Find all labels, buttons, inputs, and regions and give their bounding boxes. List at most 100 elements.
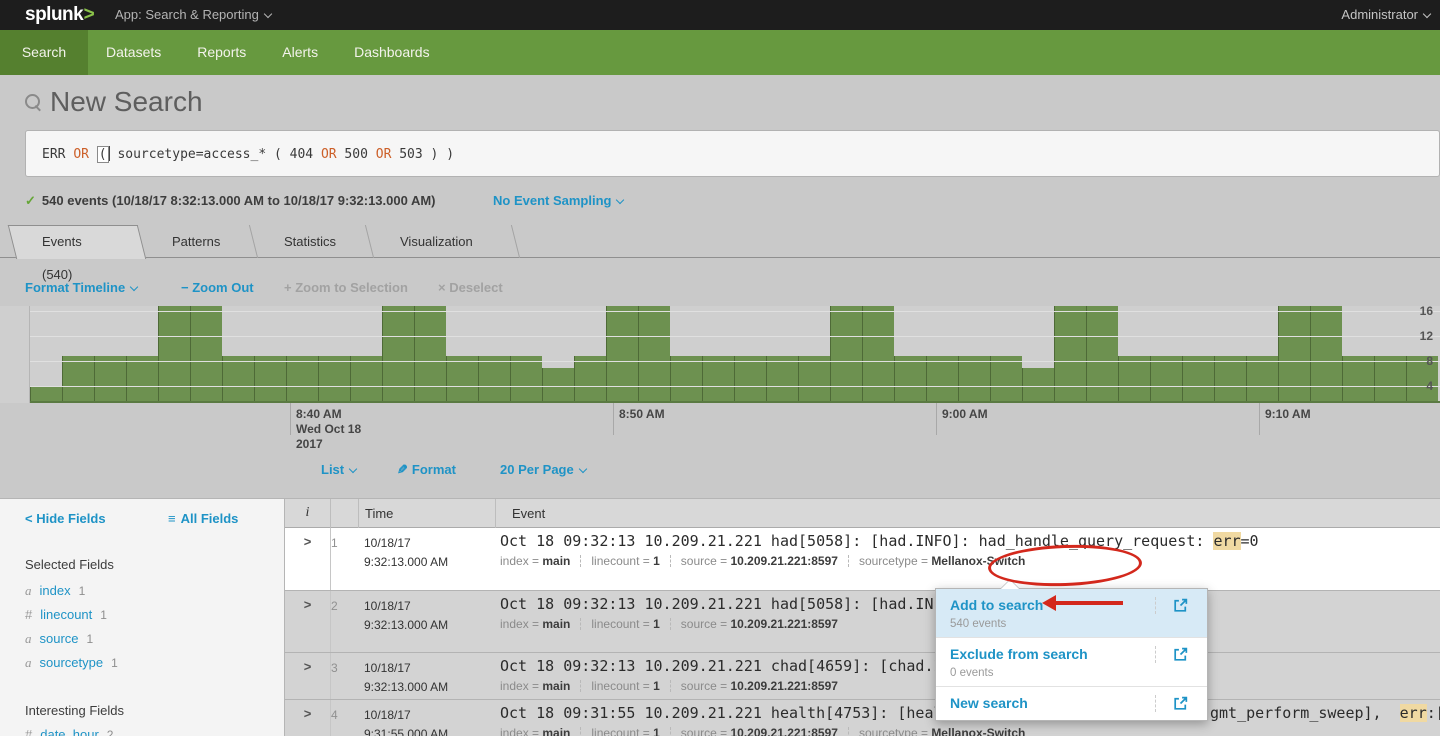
timeline-bar[interactable]: [1086, 306, 1118, 403]
expand-arrow-icon[interactable]: >: [285, 528, 330, 590]
zoom-to-selection-button[interactable]: + Zoom to Selection: [284, 280, 408, 295]
timeline-bar[interactable]: [926, 356, 958, 403]
event-field-value[interactable]: main: [542, 617, 570, 631]
event-field-value[interactable]: 1: [653, 679, 660, 693]
field-item-linecount[interactable]: #linecount1: [25, 607, 107, 622]
popup-item-label: Exclude from search: [950, 646, 1088, 662]
timeline-bar[interactable]: [830, 306, 862, 403]
timeline-bars: [30, 306, 1440, 403]
timeline-bar[interactable]: [286, 356, 318, 403]
nav-item-dashboards[interactable]: Dashboards: [336, 30, 448, 75]
timeline-bar[interactable]: [798, 356, 830, 403]
timeline-bar[interactable]: [222, 356, 254, 403]
y-axis-label: 12: [1413, 329, 1433, 343]
timeline-bar[interactable]: [30, 387, 62, 403]
open-in-new-icon[interactable]: [1155, 695, 1189, 712]
timeline-bar[interactable]: [126, 356, 158, 403]
event-field-value[interactable]: main: [542, 726, 570, 736]
timeline-bar[interactable]: [62, 356, 94, 403]
timeline-bar[interactable]: [670, 356, 702, 403]
timeline-bar[interactable]: [158, 306, 190, 403]
event-field-value[interactable]: 10.209.21.221:8597: [731, 554, 838, 568]
timeline-bar[interactable]: [638, 306, 670, 403]
timeline-bar[interactable]: [1342, 356, 1374, 403]
field-item-sourcetype[interactable]: asourcetype1: [25, 655, 118, 671]
event-field-value[interactable]: main: [542, 554, 570, 568]
timeline-bar[interactable]: [478, 356, 510, 403]
nav-item-datasets[interactable]: Datasets: [88, 30, 179, 75]
timeline-bar[interactable]: [606, 306, 638, 403]
timeline-bar[interactable]: [414, 306, 446, 403]
search-query-input[interactable]: ERR OR ( sourcetype=access_* ( 404 OR 50…: [25, 130, 1440, 177]
event-field-value[interactable]: Mellanox-Switch: [931, 726, 1025, 736]
event-field-value[interactable]: 1: [653, 726, 660, 736]
timeline-bar[interactable]: [1150, 356, 1182, 403]
expand-arrow-icon[interactable]: >: [285, 700, 330, 736]
app-menu[interactable]: App: Search & Reporting: [115, 7, 271, 22]
list-view-menu[interactable]: List: [321, 462, 356, 477]
field-link[interactable]: date_hour: [40, 727, 99, 736]
timeline-bar[interactable]: [862, 306, 894, 403]
timeline-bar[interactable]: [94, 356, 126, 403]
field-link[interactable]: sourcetype: [40, 655, 104, 670]
tab-statistics[interactable]: Statistics: [254, 225, 370, 258]
event-field-value[interactable]: 10.209.21.221:8597: [731, 679, 838, 693]
timeline-bar[interactable]: [702, 356, 734, 403]
timeline-bar[interactable]: [1118, 356, 1150, 403]
timeline-bar[interactable]: [990, 356, 1022, 403]
timeline-bar[interactable]: [446, 356, 478, 403]
timeline-bar[interactable]: [1214, 356, 1246, 403]
nav-item-reports[interactable]: Reports: [179, 30, 264, 75]
timeline-bar[interactable]: [318, 356, 350, 403]
tab-visualization[interactable]: Visualization: [370, 225, 516, 258]
timeline-bar[interactable]: [1278, 306, 1310, 403]
timeline-bar[interactable]: [510, 356, 542, 403]
event-field-value[interactable]: 10.209.21.221:8597: [731, 726, 838, 736]
timeline-bar[interactable]: [894, 356, 926, 403]
expand-arrow-icon[interactable]: >: [285, 591, 330, 652]
deselect-button[interactable]: × Deselect: [438, 280, 503, 295]
all-fields-link[interactable]: ≡All Fields: [168, 511, 238, 526]
event-field-value[interactable]: main: [542, 679, 570, 693]
events-timeline-chart[interactable]: 161284: [0, 306, 1440, 403]
nav-item-search[interactable]: Search: [0, 30, 88, 75]
nav-item-alerts[interactable]: Alerts: [264, 30, 336, 75]
timeline-bar[interactable]: [734, 356, 766, 403]
timeline-bar[interactable]: [1374, 356, 1406, 403]
popup-item-new-search[interactable]: New search: [936, 687, 1207, 720]
timeline-bar[interactable]: [574, 356, 606, 403]
expand-arrow-icon[interactable]: >: [285, 653, 330, 699]
timeline-bar[interactable]: [382, 306, 414, 403]
timeline-bar[interactable]: [958, 356, 990, 403]
timeline-bar[interactable]: [1310, 306, 1342, 403]
popup-item-exclude-from-search[interactable]: Exclude from search 0 events: [936, 638, 1207, 687]
tab-patterns[interactable]: Patterns: [142, 225, 254, 258]
event-field-value[interactable]: 10.209.21.221:8597: [731, 617, 838, 631]
field-item-date-hour[interactable]: #date_hour2: [25, 727, 113, 736]
event-field-value[interactable]: 1: [653, 617, 660, 631]
field-separator: [580, 727, 581, 736]
timeline-bar[interactable]: [350, 356, 382, 403]
timeline-bar[interactable]: [190, 306, 222, 403]
open-in-new-icon[interactable]: [1155, 597, 1189, 614]
tab-events-540[interactable]: Events (540): [12, 225, 142, 258]
open-in-new-icon[interactable]: [1155, 646, 1189, 663]
timeline-bar[interactable]: [1246, 356, 1278, 403]
event-field-value[interactable]: 1: [653, 554, 660, 568]
timeline-bar[interactable]: [1054, 306, 1086, 403]
timeline-bar[interactable]: [766, 356, 798, 403]
field-link[interactable]: linecount: [40, 607, 92, 622]
zoom-out-button[interactable]: − Zoom Out: [181, 280, 254, 295]
timeline-bar[interactable]: [1182, 356, 1214, 403]
user-menu[interactable]: Administrator: [1341, 7, 1430, 22]
event-sampling-menu[interactable]: No Event Sampling: [493, 193, 623, 208]
field-item-source[interactable]: asource1: [25, 631, 93, 647]
field-item-index[interactable]: aindex1: [25, 583, 85, 599]
format-button[interactable]: ✎Format: [397, 462, 456, 478]
format-timeline-button[interactable]: Format Timeline: [25, 280, 137, 295]
field-link[interactable]: index: [40, 583, 71, 598]
timeline-bar[interactable]: [254, 356, 286, 403]
per-page-menu[interactable]: 20 Per Page: [500, 462, 586, 477]
field-link[interactable]: source: [40, 631, 79, 646]
hide-fields-link[interactable]: < Hide Fields: [25, 511, 106, 526]
